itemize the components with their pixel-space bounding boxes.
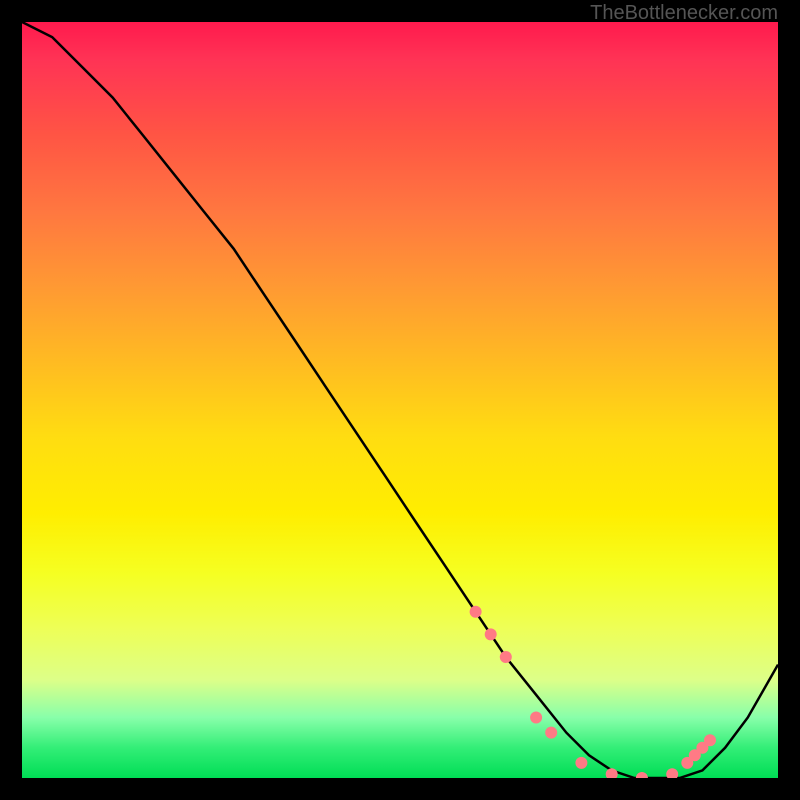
- chart-container: TheBottlenecker.com: [0, 0, 800, 800]
- watermark-text: TheBottlenecker.com: [590, 2, 778, 25]
- data-marker: [636, 772, 648, 778]
- bottleneck-curve: [22, 22, 778, 778]
- data-marker: [666, 768, 678, 778]
- plot-area: [22, 22, 778, 778]
- data-marker: [545, 727, 557, 739]
- data-marker: [500, 651, 512, 663]
- data-marker: [485, 628, 497, 640]
- data-marker: [530, 712, 542, 724]
- data-markers: [470, 606, 716, 778]
- data-marker: [575, 757, 587, 769]
- data-marker: [704, 734, 716, 746]
- curve-svg: [22, 22, 778, 778]
- data-marker: [606, 768, 618, 778]
- data-marker: [470, 606, 482, 618]
